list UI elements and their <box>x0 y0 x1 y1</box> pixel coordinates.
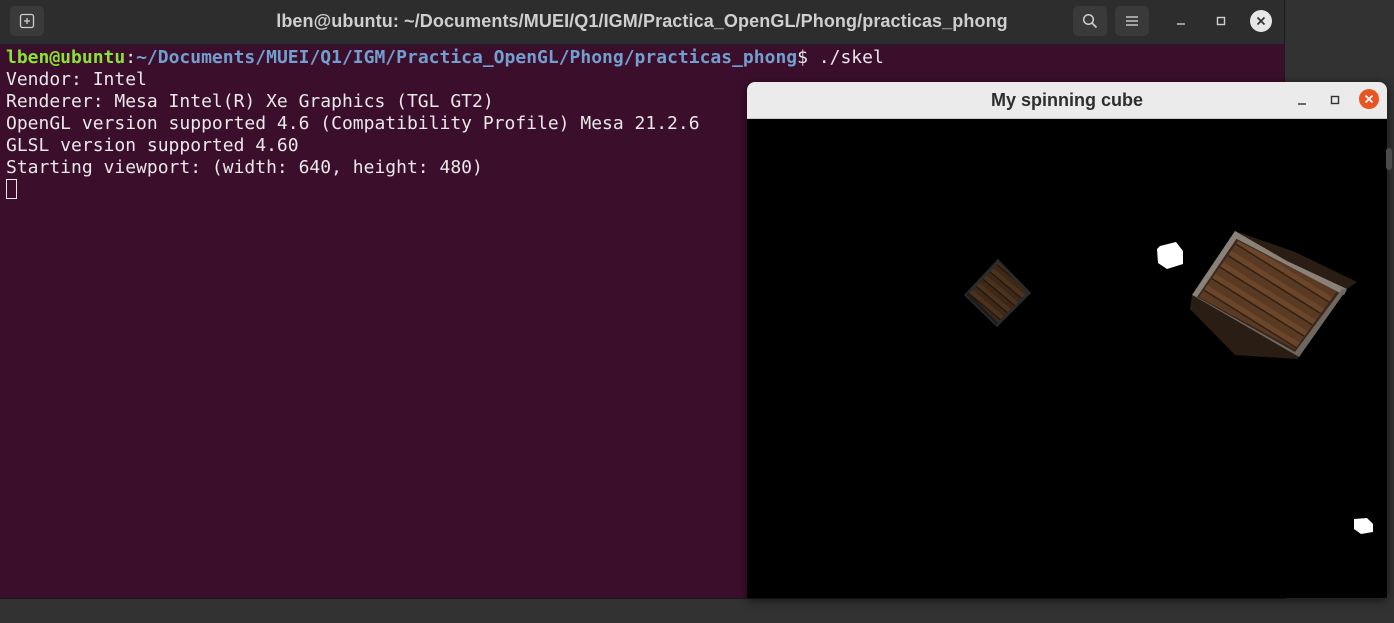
maximize-icon <box>1330 95 1340 105</box>
terminal-cursor <box>6 179 17 199</box>
menu-button[interactable] <box>1115 6 1149 36</box>
gl-titlebar[interactable]: My spinning cube <box>747 82 1387 119</box>
terminal-minimize-button[interactable] <box>1170 10 1192 32</box>
small-crate <box>963 258 1032 328</box>
terminal-close-button[interactable] <box>1250 10 1272 32</box>
close-icon <box>1364 94 1374 104</box>
close-icon <box>1256 16 1266 26</box>
large-crate <box>1190 231 1357 359</box>
search-button[interactable] <box>1073 6 1107 36</box>
terminal-titlebar[interactable]: lben@ubuntu: ~/Documents/MUEI/Q1/IGM/Pra… <box>0 0 1284 45</box>
desktop: lben@ubuntu: ~/Documents/MUEI/Q1/IGM/Pra… <box>0 0 1394 623</box>
prompt-line: lben@ubuntu:~/Documents/MUEI/Q1/IGM/Prac… <box>6 47 1276 69</box>
gl-render-canvas[interactable] <box>747 119 1387 598</box>
minimize-icon <box>1298 103 1306 105</box>
light-cube-top <box>1157 242 1183 269</box>
terminal-maximize-button[interactable] <box>1210 10 1232 32</box>
prompt-path: ~/Documents/MUEI/Q1/IGM/Practica_OpenGL/… <box>136 47 798 68</box>
gl-minimize-button[interactable] <box>1292 90 1312 110</box>
prompt-command: $ ./skel <box>797 47 884 68</box>
gl-close-button[interactable] <box>1359 89 1379 109</box>
search-icon <box>1082 13 1098 29</box>
minimize-icon <box>1177 23 1185 25</box>
light-cube-bottom <box>1354 518 1373 534</box>
hamburger-menu-icon <box>1126 16 1138 26</box>
prompt-user: lben@ubuntu <box>6 47 126 68</box>
gl-maximize-button[interactable] <box>1325 90 1345 110</box>
gl-scene <box>963 231 1373 534</box>
background-window-scrollbar[interactable] <box>1386 148 1392 170</box>
gl-window-title: My spinning cube <box>990 90 1143 110</box>
gl-window[interactable]: My spinning cube <box>747 82 1387 598</box>
maximize-icon <box>1216 16 1226 26</box>
prompt-separator: : <box>125 47 137 68</box>
